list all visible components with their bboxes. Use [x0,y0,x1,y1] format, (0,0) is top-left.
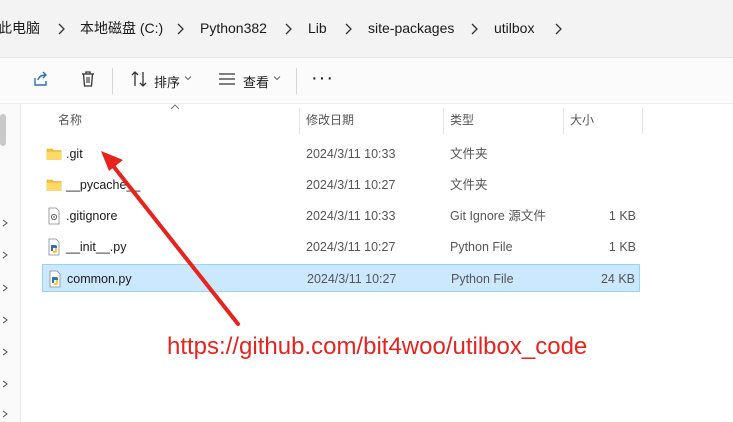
file-row[interactable]: __pycache__ 2024/3/11 10:27 文件夹 [42,171,640,199]
gitignore-file-icon [48,207,60,225]
chevron-right-icon[interactable] [466,21,482,37]
expand-arrow-icon[interactable] [2,410,8,418]
file-name: __pycache__ [66,178,141,192]
file-date: 2024/3/11 10:27 [306,240,396,254]
expand-arrow-icon[interactable] [2,380,8,388]
breadcrumb-python382[interactable]: Python382 [200,0,267,57]
chevron-right-icon[interactable] [172,21,188,37]
chevron-right-icon[interactable] [53,21,69,37]
breadcrumb-utilbox[interactable]: utilbox [494,0,534,57]
file-row[interactable]: .git 2024/3/11 10:33 文件夹 [42,140,640,168]
file-size: 1 KB [608,209,636,223]
chevron-right-icon[interactable] [550,21,566,37]
expand-arrow-icon[interactable] [2,348,8,356]
file-name: .gitignore [66,209,118,223]
python-file-icon [49,270,61,288]
file-type: Python File [451,272,514,286]
breadcrumb-lib[interactable]: Lib [308,0,327,57]
sort-icon[interactable] [128,68,150,90]
chevron-right-icon[interactable] [280,21,296,37]
nav-scrollbar[interactable] [0,114,6,146]
expand-arrow-icon[interactable] [2,219,8,227]
delete-icon[interactable] [77,68,99,90]
file-size: 24 KB [600,272,635,286]
breadcrumb-site-packages[interactable]: site-packages [368,0,454,57]
python-file-icon [48,238,60,256]
folder-icon [46,148,62,160]
annotation-url-text: https://github.com/bit4woo/utilbox_code [167,333,588,360]
file-type: Python File [450,240,513,254]
share-icon[interactable] [29,68,51,90]
file-type: Git Ignore 源文件 [450,209,546,223]
file-size: 1 KB [608,240,636,254]
file-row[interactable]: __init__.py 2024/3/11 10:27 Python File … [42,233,640,261]
chevron-down-icon[interactable] [273,74,281,82]
column-header-date[interactable]: 修改日期 [306,104,354,134]
more-options-button[interactable]: ··· [311,67,334,90]
sort-ascending-icon [170,104,180,110]
file-date: 2024/3/11 10:33 [306,147,396,161]
folder-icon [46,179,62,191]
file-row-selected[interactable]: common.py 2024/3/11 10:27 Python File 24… [42,264,640,292]
expand-arrow-icon[interactable] [2,284,8,292]
file-name: .git [66,147,83,161]
chevron-down-icon[interactable] [184,74,192,82]
file-row[interactable]: .gitignore 2024/3/11 10:33 Git Ignore 源文… [42,202,640,230]
file-name: common.py [67,272,132,286]
expand-arrow-icon[interactable] [2,251,8,259]
file-date: 2024/3/11 10:27 [306,178,396,192]
chevron-right-icon[interactable] [340,21,356,37]
navigation-pane [0,104,20,422]
view-button[interactable]: 查看 [243,72,269,91]
file-type: 文件夹 [450,178,488,192]
column-header-type[interactable]: 类型 [450,104,474,134]
expand-arrow-icon[interactable] [2,316,8,324]
file-type: 文件夹 [450,147,488,161]
file-date: 2024/3/11 10:33 [306,209,396,223]
view-icon[interactable] [216,68,238,90]
address-bar[interactable]: 此电脑 本地磁盘 (C:) Python382 Lib site-package… [0,0,733,58]
breadcrumb-local-disk[interactable]: 本地磁盘 (C:) [80,0,163,57]
breadcrumb-this-pc[interactable]: 此电脑 [0,0,40,57]
file-date: 2024/3/11 10:27 [307,272,397,286]
column-header-size[interactable]: 大小 [570,104,594,134]
column-header-name[interactable]: 名称 [58,104,82,134]
command-bar: 排序 查看 ··· [0,58,733,104]
file-name: __init__.py [66,240,127,254]
sort-button[interactable]: 排序 [154,72,180,91]
